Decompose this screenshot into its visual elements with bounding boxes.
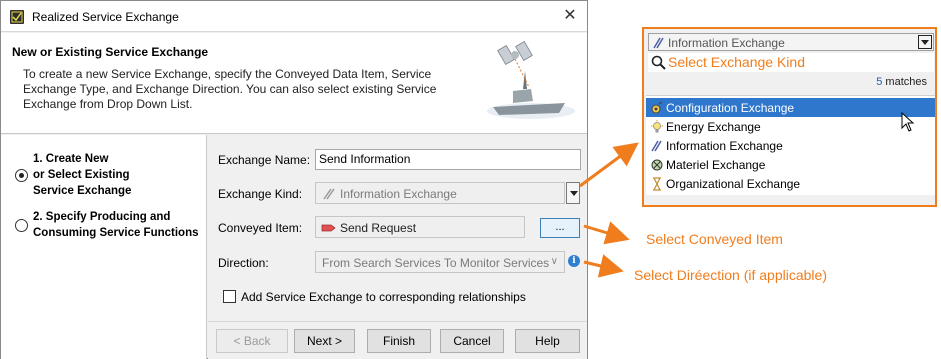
arrow-to-direction-label xyxy=(583,254,624,278)
annotation-arrows xyxy=(579,142,639,278)
arrow-to-popup xyxy=(579,142,639,188)
annotation-select-conveyed-item: Select Conveyed Item xyxy=(646,231,783,247)
annotation-select-direction: Select Diréection (if applicable) xyxy=(634,267,827,283)
arrow-to-conveyed-label xyxy=(583,221,630,245)
